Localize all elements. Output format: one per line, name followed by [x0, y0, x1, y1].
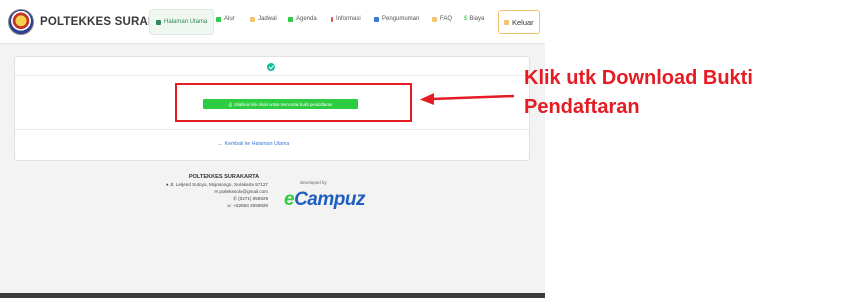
screenshot-stage: POLTEKKES SURAKARTA Halaman Utama Alur J… — [0, 0, 858, 298]
card-header — [15, 57, 529, 76]
annotation-callout: Klik utk Download Bukti Pendaftaran — [524, 67, 753, 118]
browser-page: POLTEKKES SURAKARTA Halaman Utama Alur J… — [0, 0, 545, 298]
nav-agenda-label: Agenda — [296, 16, 317, 22]
footer-whatsapp-row: ☏ +62853 2656929 — [140, 202, 268, 209]
footer-phone: (0271) 856929 — [238, 196, 268, 201]
nav-pengumuman[interactable]: Pengumuman — [374, 16, 419, 22]
nav-faq[interactable]: FAQ — [432, 16, 452, 22]
arrow-left-icon: ← — [218, 141, 225, 147]
logout-button[interactable]: Keluar — [498, 10, 540, 34]
nav-pengumuman-label: Pengumuman — [382, 16, 420, 22]
agenda-icon — [288, 16, 293, 22]
nav-alur[interactable]: Alur — [216, 16, 235, 22]
dollar-icon: $ — [464, 16, 468, 22]
success-check-icon — [267, 63, 275, 71]
institution-logo — [8, 9, 34, 35]
developed-by-label: developed by — [300, 180, 327, 185]
footer-email[interactable]: poltekssolo@gmail.com — [219, 189, 268, 194]
nav-jadwal-label: Jadwal — [258, 16, 277, 22]
developer-logo[interactable]: eCampuz — [284, 189, 365, 211]
nav-agenda[interactable]: Agenda — [288, 16, 317, 22]
nav-informasi[interactable]: Informasi — [331, 16, 361, 22]
nav-biaya[interactable]: $ Biaya — [464, 16, 484, 22]
logout-icon — [504, 19, 509, 25]
phone-icon: ✆ — [232, 196, 237, 201]
footer-address-row: ● Jl. Letjend Sutoyo, Mojosongo, Surakar… — [140, 181, 268, 188]
developer-logo-prefix: e — [284, 189, 295, 210]
faq-icon — [432, 16, 437, 22]
annotation-arrow-icon — [420, 93, 515, 105]
card-divider — [15, 129, 529, 130]
bottom-bar — [0, 293, 545, 298]
nav-home[interactable]: Halaman Utama — [149, 9, 215, 35]
nav-jadwal[interactable]: Jadwal — [250, 16, 277, 22]
back-to-home-label: Kembali ke Halaman Utama — [224, 141, 290, 147]
footer-phone-row: ✆ (0271) 856929 — [140, 195, 268, 202]
check-icon — [216, 16, 221, 22]
megaphone-icon — [374, 16, 379, 22]
top-navbar: POLTEKKES SURAKARTA Halaman Utama Alur J… — [0, 0, 545, 44]
footer-whatsapp: +62853 2656929 — [233, 203, 268, 208]
footer-address: Jl. Letjend Sutoyo, Mojosongo, Surakarta… — [169, 182, 268, 187]
annotation-highlight-box — [175, 83, 412, 122]
logout-label: Keluar — [512, 17, 534, 27]
footer-contact: POLTEKKES SURAKARTA ● Jl. Letjend Sutoyo… — [140, 174, 268, 209]
nav-home-label: Halaman Utama — [164, 19, 208, 25]
nav-faq-label: FAQ — [440, 16, 453, 22]
footer-institution: POLTEKKES SURAKARTA — [188, 174, 260, 180]
home-icon — [156, 19, 161, 25]
footer-email-row: ✉ poltekssolo@gmail.com — [140, 188, 268, 195]
nav-informasi-label: Informasi — [336, 16, 361, 22]
developer-logo-text: Campuz — [294, 189, 365, 210]
nav-biaya-label: Biaya — [469, 16, 485, 22]
nav-alur-label: Alur — [224, 16, 235, 22]
back-to-home-link[interactable]: ← Kembali ke Halaman Utama — [218, 141, 289, 147]
calendar-icon — [250, 16, 255, 22]
info-icon — [331, 16, 333, 22]
